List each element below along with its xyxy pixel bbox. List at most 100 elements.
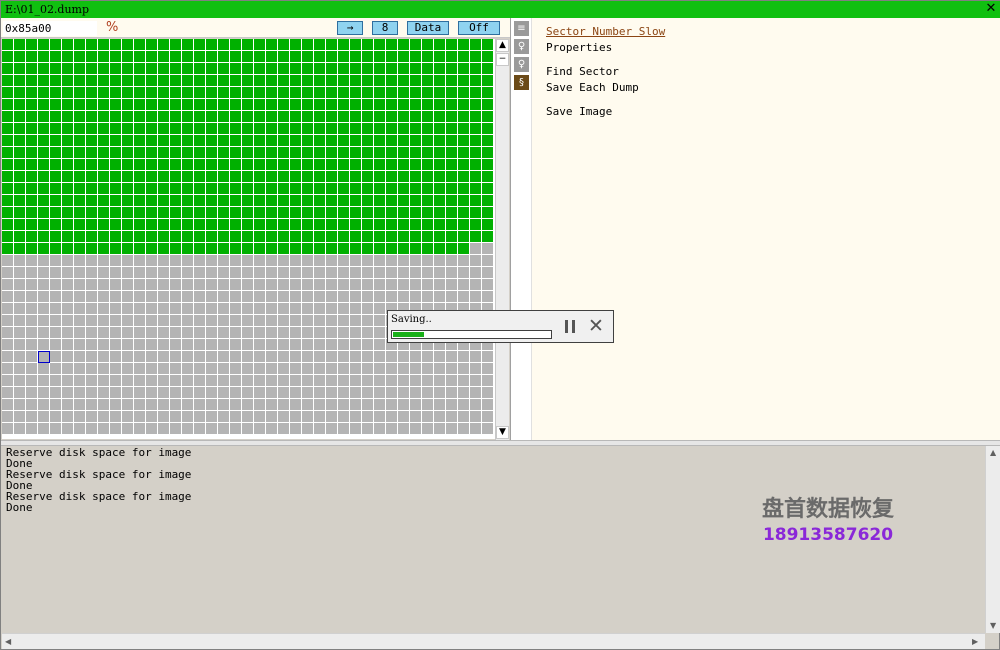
- sector-cell-unread[interactable]: [50, 303, 61, 314]
- sector-cell-read[interactable]: [326, 135, 337, 146]
- sector-cell-unread[interactable]: [434, 411, 445, 422]
- sector-cell-read[interactable]: [74, 111, 85, 122]
- sector-cell-read[interactable]: [254, 171, 265, 182]
- sector-cell-read[interactable]: [374, 51, 385, 62]
- sector-cell-unread[interactable]: [482, 387, 493, 398]
- sector-cell-unread[interactable]: [398, 267, 409, 278]
- sector-cell-unread[interactable]: [410, 291, 421, 302]
- sector-cell-read[interactable]: [398, 183, 409, 194]
- sector-cell-read[interactable]: [158, 183, 169, 194]
- sector-cell-read[interactable]: [74, 99, 85, 110]
- sector-cell-unread[interactable]: [374, 363, 385, 374]
- sector-cell-unread[interactable]: [14, 315, 25, 326]
- sector-cell-unread[interactable]: [434, 387, 445, 398]
- sector-cell-read[interactable]: [206, 159, 217, 170]
- sector-cell-read[interactable]: [386, 159, 397, 170]
- sector-cell-read[interactable]: [278, 39, 289, 50]
- sector-cell-unread[interactable]: [470, 423, 481, 434]
- sector-cell-unread[interactable]: [122, 327, 133, 338]
- sector-cell-unread[interactable]: [26, 375, 37, 386]
- sector-cell-read[interactable]: [194, 231, 205, 242]
- sector-cell-unread[interactable]: [182, 411, 193, 422]
- sector-cell-read[interactable]: [218, 219, 229, 230]
- sector-cell-read[interactable]: [410, 147, 421, 158]
- sector-cell-unread[interactable]: [134, 315, 145, 326]
- sector-cell-read[interactable]: [134, 171, 145, 182]
- sector-cell-unread[interactable]: [38, 339, 49, 350]
- sector-cell-read[interactable]: [110, 159, 121, 170]
- log-horizontal-scrollbar[interactable]: ◀ ▶: [2, 633, 985, 649]
- sector-cell-unread[interactable]: [422, 351, 433, 362]
- sector-cell-read[interactable]: [62, 171, 73, 182]
- sector-cell-unread[interactable]: [410, 423, 421, 434]
- sector-cell-unread[interactable]: [398, 399, 409, 410]
- sector-cell-read[interactable]: [314, 183, 325, 194]
- sector-cell-unread[interactable]: [146, 267, 157, 278]
- sector-cell-unread[interactable]: [386, 363, 397, 374]
- sector-cell-read[interactable]: [182, 111, 193, 122]
- sector-cell-unread[interactable]: [362, 411, 373, 422]
- sector-cell-read[interactable]: [254, 195, 265, 206]
- sector-cell-unread[interactable]: [302, 255, 313, 266]
- sector-cell-unread[interactable]: [338, 327, 349, 338]
- sector-cell-read[interactable]: [266, 111, 277, 122]
- sector-cell-unread[interactable]: [470, 243, 481, 254]
- sector-cell-unread[interactable]: [98, 387, 109, 398]
- sector-cell-read[interactable]: [314, 195, 325, 206]
- sector-cell-read[interactable]: [470, 183, 481, 194]
- sector-cell-unread[interactable]: [98, 291, 109, 302]
- sector-cell-read[interactable]: [38, 51, 49, 62]
- sector-cell-read[interactable]: [290, 147, 301, 158]
- sector-cell-unread[interactable]: [98, 339, 109, 350]
- sector-cell-read[interactable]: [458, 51, 469, 62]
- sector-cell-read[interactable]: [146, 75, 157, 86]
- sector-cell-unread[interactable]: [482, 267, 493, 278]
- sector-cell-unread[interactable]: [218, 291, 229, 302]
- sector-cell-read[interactable]: [2, 135, 13, 146]
- sector-cell-unread[interactable]: [50, 351, 61, 362]
- sector-cell-unread[interactable]: [314, 387, 325, 398]
- sector-cell-unread[interactable]: [194, 351, 205, 362]
- sector-cell-read[interactable]: [374, 159, 385, 170]
- sector-cell-unread[interactable]: [182, 363, 193, 374]
- sector-cell-read[interactable]: [302, 111, 313, 122]
- scroll-icon[interactable]: §: [514, 75, 529, 90]
- sector-number-slow-link[interactable]: Sector Number Slow: [546, 25, 665, 38]
- sector-cell-read[interactable]: [362, 75, 373, 86]
- sector-cell-read[interactable]: [230, 159, 241, 170]
- sector-cell-read[interactable]: [86, 231, 97, 242]
- sector-cell-read[interactable]: [458, 111, 469, 122]
- sector-cell-unread[interactable]: [38, 255, 49, 266]
- sector-cell-read[interactable]: [446, 87, 457, 98]
- sector-map-grid[interactable]: [2, 39, 495, 439]
- sector-cell-read[interactable]: [290, 231, 301, 242]
- sector-cell-unread[interactable]: [326, 387, 337, 398]
- sector-cell-read[interactable]: [446, 183, 457, 194]
- sector-cell-read[interactable]: [242, 219, 253, 230]
- sector-cell-unread[interactable]: [74, 327, 85, 338]
- sector-cell-unread[interactable]: [170, 363, 181, 374]
- sector-cell-unread[interactable]: [158, 351, 169, 362]
- sector-cell-unread[interactable]: [458, 279, 469, 290]
- sector-cell-unread[interactable]: [98, 351, 109, 362]
- sector-cell-unread[interactable]: [26, 291, 37, 302]
- sector-cell-read[interactable]: [326, 123, 337, 134]
- sector-cell-unread[interactable]: [422, 279, 433, 290]
- sector-cell-read[interactable]: [422, 231, 433, 242]
- sector-cell-unread[interactable]: [134, 375, 145, 386]
- sector-cell-unread[interactable]: [146, 363, 157, 374]
- sector-cell-read[interactable]: [410, 135, 421, 146]
- sector-cell-read[interactable]: [158, 135, 169, 146]
- sector-cell-read[interactable]: [326, 231, 337, 242]
- sector-cell-read[interactable]: [326, 159, 337, 170]
- sector-cell-read[interactable]: [110, 63, 121, 74]
- sector-cell-unread[interactable]: [350, 327, 361, 338]
- sector-cell-read[interactable]: [398, 147, 409, 158]
- sector-cell-read[interactable]: [50, 231, 61, 242]
- sector-cell-read[interactable]: [410, 207, 421, 218]
- sector-cell-unread[interactable]: [350, 375, 361, 386]
- sector-cell-unread[interactable]: [410, 351, 421, 362]
- sector-cell-read[interactable]: [134, 87, 145, 98]
- sector-cell-unread[interactable]: [314, 255, 325, 266]
- sector-cell-unread[interactable]: [2, 363, 13, 374]
